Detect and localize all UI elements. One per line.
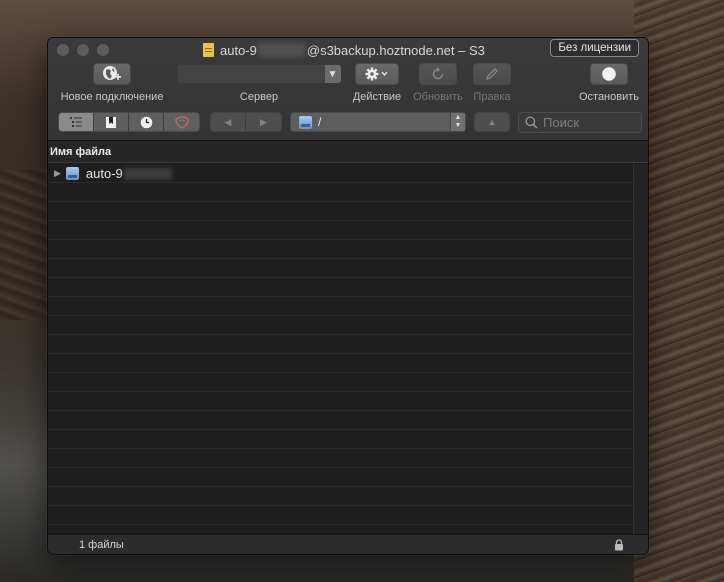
server-label: Сервер (239, 91, 279, 103)
stop-button[interactable] (590, 63, 628, 85)
back-arrow-icon[interactable]: ◀ (211, 113, 247, 131)
redacted-text (257, 43, 306, 57)
edit-tool[interactable]: Правка (468, 63, 516, 103)
server-tool: ▼ Сервер (176, 64, 342, 103)
refresh-tool[interactable]: Обновить (410, 63, 466, 103)
navigation-bar: ◀ ▶ / ▲ ▼ ▲ (48, 112, 648, 138)
window-zoom-button[interactable] (97, 44, 109, 56)
browser-window: auto-9 @s3backup.hoztnode.net – S3 Без л… (47, 37, 649, 555)
server-combobox[interactable]: ▼ (176, 64, 342, 84)
refresh-label: Обновить (413, 91, 463, 103)
bookmarks-button[interactable] (94, 113, 129, 131)
action-button[interactable] (355, 63, 399, 85)
bonjour-button[interactable] (164, 113, 199, 131)
disclosure-triangle-icon[interactable]: ▶ (54, 168, 61, 179)
window-close-button[interactable] (57, 44, 69, 56)
path-chevrons-icon[interactable]: ▲ ▼ (450, 113, 465, 131)
new-connection-button[interactable] (93, 63, 131, 85)
search-icon (525, 116, 538, 129)
forward-arrow-icon[interactable]: ▶ (246, 113, 281, 131)
title-suffix: @s3backup.hoztnode.net – S3 (306, 42, 485, 58)
history-arrows: ◀ ▶ (210, 112, 282, 132)
history-button[interactable] (129, 113, 164, 131)
history-icon (140, 116, 152, 128)
window-minimize-button[interactable] (77, 44, 89, 56)
bookmarks-icon (106, 116, 116, 128)
action-label: Действие (352, 91, 402, 103)
bonjour-icon (174, 115, 189, 129)
titlebar: auto-9 @s3backup.hoztnode.net – S3 Без л… (48, 38, 648, 141)
file-count: 1 файлы (79, 538, 124, 551)
path-popup[interactable]: / ▲ ▼ (290, 112, 466, 132)
edit-button[interactable] (473, 63, 511, 85)
document-icon (203, 43, 214, 57)
new-connection-tool[interactable]: Новое подключение (56, 63, 168, 103)
gear-icon (365, 67, 388, 81)
search-input[interactable] (543, 115, 638, 130)
outline-view-button[interactable] (59, 113, 94, 131)
list-item[interactable]: ▶ auto-9 (48, 164, 633, 183)
outline-view-icon (70, 117, 82, 127)
new-connection-label: Новое подключение (60, 91, 164, 103)
lock-icon[interactable] (614, 539, 624, 551)
pencil-icon (486, 68, 498, 80)
disk-icon (299, 115, 312, 129)
stop-icon (602, 67, 616, 81)
title-prefix: auto-9 (220, 42, 257, 58)
stop-label: Остановить (578, 91, 640, 103)
search-field[interactable] (518, 112, 642, 133)
chevron-down-icon[interactable]: ▼ (324, 65, 341, 83)
file-name: auto-9 (85, 166, 123, 181)
edit-label: Правка (473, 91, 511, 103)
stop-tool[interactable]: Остановить (575, 63, 643, 103)
redacted-text (123, 167, 172, 180)
column-header-name[interactable]: Имя файла (48, 141, 648, 163)
action-tool[interactable]: Действие (348, 63, 406, 103)
view-segmented-control (58, 112, 200, 132)
disk-icon (65, 167, 79, 180)
current-path: / (318, 115, 322, 129)
file-list[interactable]: ▶ auto-9 (48, 164, 633, 535)
window-title: auto-9 @s3backup.hoztnode.net – S3 (203, 41, 485, 59)
globe-plus-icon (103, 66, 121, 80)
vertical-scrollbar[interactable] (633, 164, 648, 535)
license-button[interactable]: Без лицензии (550, 39, 639, 57)
status-bar: 1 файлы (48, 534, 648, 554)
up-arrow-icon[interactable]: ▲ (474, 112, 510, 132)
refresh-button[interactable] (419, 63, 457, 85)
refresh-icon (432, 67, 444, 80)
